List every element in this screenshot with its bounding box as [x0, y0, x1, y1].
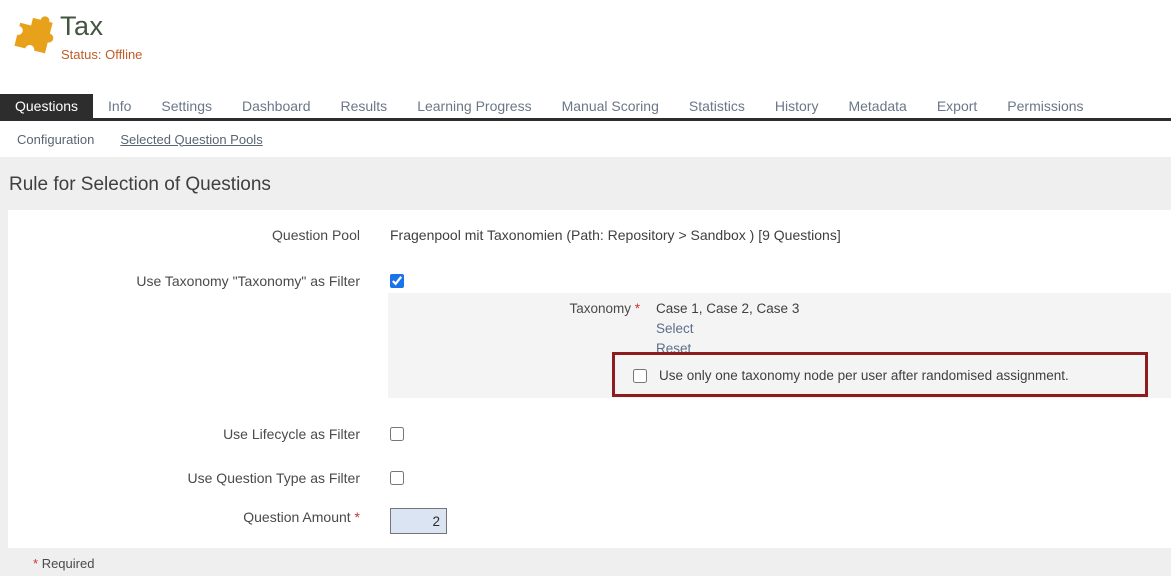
- lifecycle-filter-checkbox[interactable]: [390, 427, 404, 441]
- taxonomy-filter-checkbox[interactable]: [390, 274, 404, 288]
- question-type-filter-checkbox[interactable]: [390, 471, 404, 485]
- question-amount-input[interactable]: [390, 508, 447, 534]
- puzzle-icon: [12, 13, 56, 57]
- tab-dashboard[interactable]: Dashboard: [227, 94, 326, 118]
- content-area: Rule for Selection of Questions Question…: [0, 157, 1171, 576]
- tab-manual-scoring[interactable]: Manual Scoring: [547, 94, 674, 118]
- tab-learning-progress[interactable]: Learning Progress: [402, 94, 546, 118]
- subtab-configuration[interactable]: Configuration: [17, 132, 94, 147]
- tab-history[interactable]: History: [760, 94, 834, 118]
- lifecycle-filter-row: Use Lifecycle as Filter: [8, 425, 1171, 446]
- tab-permissions[interactable]: Permissions: [992, 94, 1098, 118]
- form-title: Rule for Selection of Questions: [0, 157, 1171, 210]
- subtab-selected-question-pools[interactable]: Selected Question Pools: [120, 132, 262, 147]
- single-node-checkbox[interactable]: [633, 369, 647, 383]
- tab-bar: Questions Info Settings Dashboard Result…: [0, 94, 1171, 121]
- required-note: * Required: [0, 548, 1171, 571]
- question-amount-label: Question Amount *: [8, 508, 360, 527]
- question-type-filter-label: Use Question Type as Filter: [8, 469, 360, 488]
- form-panel: Question Pool Fragenpool mit Taxonomien …: [8, 210, 1171, 548]
- question-pool-row: Question Pool Fragenpool mit Taxonomien …: [8, 226, 1171, 245]
- tab-questions[interactable]: Questions: [0, 94, 93, 118]
- taxonomy-reset-link[interactable]: Reset: [656, 339, 799, 359]
- taxonomy-filter-row: Use Taxonomy "Taxonomy" as Filter: [8, 272, 1171, 293]
- object-header: Tax Status: Offline: [0, 0, 1171, 94]
- required-asterisk: *: [635, 301, 640, 316]
- taxonomy-label: Taxonomy *: [388, 299, 640, 319]
- lifecycle-filter-label: Use Lifecycle as Filter: [8, 425, 360, 444]
- taxonomy-subpanel: Taxonomy * Case 1, Case 2, Case 3 Select…: [388, 293, 1171, 398]
- tab-settings[interactable]: Settings: [146, 94, 227, 118]
- tab-info[interactable]: Info: [93, 94, 146, 118]
- tab-metadata[interactable]: Metadata: [833, 94, 921, 118]
- page-title: Tax: [60, 11, 104, 42]
- subtab-bar: Configuration Selected Question Pools: [0, 121, 1171, 157]
- status-badge: Status: Offline: [61, 47, 142, 62]
- tab-statistics[interactable]: Statistics: [674, 94, 760, 118]
- question-pool-value: Fragenpool mit Taxonomien (Path: Reposit…: [390, 226, 841, 245]
- question-amount-row: Question Amount *: [8, 508, 1171, 534]
- required-asterisk: *: [355, 509, 360, 525]
- taxonomy-selected-nodes: Case 1, Case 2, Case 3: [656, 299, 799, 319]
- required-asterisk: *: [33, 556, 38, 571]
- tab-export[interactable]: Export: [922, 94, 992, 118]
- single-node-option-row: Use only one taxonomy node per user afte…: [633, 366, 1171, 385]
- question-pool-label: Question Pool: [8, 226, 360, 245]
- tab-results[interactable]: Results: [326, 94, 403, 118]
- taxonomy-filter-label: Use Taxonomy "Taxonomy" as Filter: [8, 272, 360, 291]
- single-node-option-label: Use only one taxonomy node per user afte…: [659, 366, 1069, 385]
- question-type-filter-row: Use Question Type as Filter: [8, 469, 1171, 490]
- taxonomy-select-link[interactable]: Select: [656, 319, 799, 339]
